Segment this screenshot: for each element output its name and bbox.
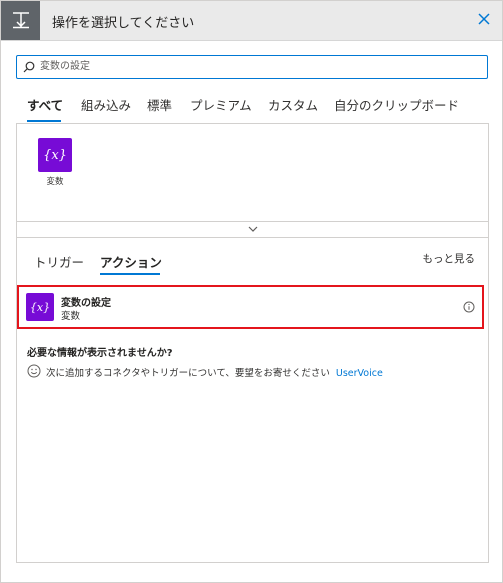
feedback-text: 次に追加するコネクタやトリガーについて、要望をお寄せください	[46, 368, 330, 379]
dialog-title: 操作を選択してください	[52, 16, 195, 31]
close-icon[interactable]	[476, 11, 492, 27]
active-subtab-indicator	[100, 273, 160, 275]
tab-triggers[interactable]: トリガー	[34, 252, 84, 271]
trigger-action-icon	[1, 1, 40, 40]
search-input[interactable]	[40, 58, 470, 75]
smiley-icon	[27, 364, 41, 378]
missing-info-heading: 必要な情報が表示されませんか?	[27, 348, 173, 359]
action-set-variable[interactable]: {x} 変数の設定 変数	[17, 285, 484, 329]
active-tab-indicator	[27, 120, 61, 122]
info-icon[interactable]	[463, 301, 475, 313]
variable-icon: {x}	[38, 138, 72, 172]
tab-custom[interactable]: カスタム	[268, 95, 318, 114]
see-more-link[interactable]: もっと見る	[423, 251, 476, 266]
variable-icon: {x}	[26, 293, 54, 321]
search-icon	[23, 61, 35, 73]
action-connector-name: 変数	[61, 311, 81, 322]
collapse-toggle[interactable]	[16, 221, 489, 238]
tab-standard[interactable]: 標準	[147, 95, 172, 114]
chevron-down-icon	[248, 226, 258, 232]
action-picker-dialog: 操作を選択してください すべて 組み込み 標準 プレミアム カスタム 自分のクリ…	[0, 0, 503, 583]
tab-all[interactable]: すべて	[27, 95, 63, 114]
tab-actions[interactable]: アクション	[100, 252, 162, 271]
dialog-header: 操作を選択してください	[1, 1, 502, 41]
search-box	[16, 55, 488, 79]
tab-my-clipboard[interactable]: 自分のクリップボード	[334, 95, 459, 114]
uservoice-link[interactable]: UserVoice	[336, 368, 383, 379]
connector-label: 変数	[46, 177, 64, 187]
connectors-panel: {x} 変数	[16, 123, 489, 222]
connector-variable[interactable]: {x} 変数	[35, 138, 75, 187]
tab-builtin[interactable]: 組み込み	[81, 95, 131, 114]
tab-premium[interactable]: プレミアム	[190, 95, 252, 114]
action-title: 変数の設定	[61, 298, 111, 309]
